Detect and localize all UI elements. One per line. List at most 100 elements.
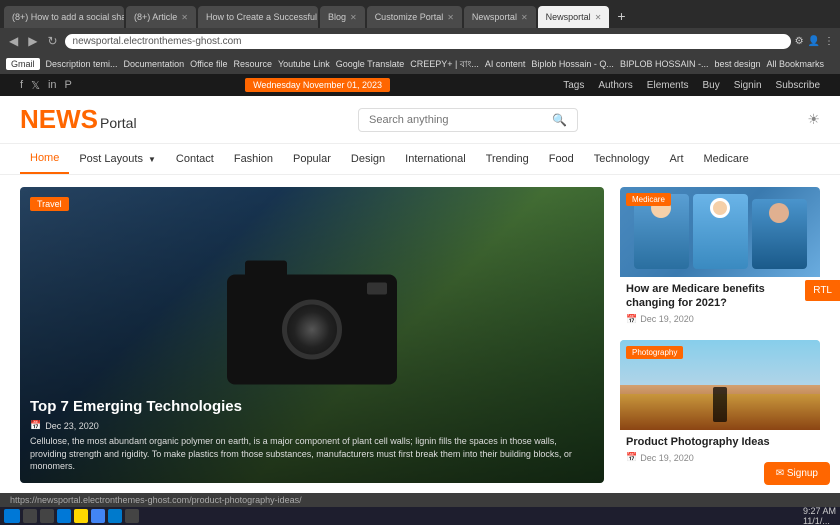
bookmark-3[interactable]: Documentation (124, 59, 185, 69)
bookmark-4[interactable]: Office file (190, 59, 227, 69)
tab-2[interactable]: (8+) Article ✕ (126, 6, 196, 28)
bookmark-7[interactable]: Google Translate (336, 59, 405, 69)
address-bar[interactable]: newsportal.electronthemes-ghost.com (65, 34, 791, 49)
file-explorer[interactable] (74, 509, 88, 523)
bookmark-gmail[interactable]: Gmail (6, 58, 40, 70)
extensions-icon[interactable]: ⚙ (795, 36, 804, 47)
start-button[interactable] (4, 509, 20, 523)
featured-article[interactable]: Travel Top 7 Emerging Technologies 📅 Dec… (20, 187, 604, 483)
medicare-card-image: Medicare (620, 187, 820, 277)
nav-medicare[interactable]: Medicare (694, 145, 759, 173)
featured-content: Top 7 Emerging Technologies 📅 Dec 23, 20… (20, 387, 604, 483)
tab-6-label: Newsportal (472, 12, 517, 22)
top-nav-signin[interactable]: Signin (734, 80, 762, 91)
site-header: NEWS Portal 🔍 ☀ (0, 96, 840, 144)
nav-home[interactable]: Home (20, 144, 69, 174)
bookmark-10[interactable]: Biplob Hossain - Q... (531, 59, 614, 69)
forward-button[interactable]: ▶ (25, 34, 40, 48)
twitter-icon[interactable]: 𝕏 (31, 79, 40, 92)
tab-bar: (8+) How to add a social shar... ✕ (8+) … (0, 0, 840, 28)
browser-chrome: (8+) How to add a social shar... ✕ (8+) … (0, 0, 840, 74)
linkedin-icon[interactable]: in (48, 79, 57, 91)
tab-4[interactable]: Blog ✕ (320, 6, 365, 28)
refresh-button[interactable]: ↻ (44, 34, 60, 48)
tab-6-close[interactable]: ✕ (521, 13, 528, 22)
site-logo[interactable]: NEWS Portal (20, 104, 137, 135)
bookmark-5[interactable]: Resource (233, 59, 272, 69)
bookmark-12[interactable]: best design (714, 59, 760, 69)
nav-post-layouts[interactable]: Post Layouts ▼ (69, 145, 166, 173)
tab-3[interactable]: How to Create a Successful M... ✕ (198, 6, 318, 28)
signup-button[interactable]: ✉ Signup (764, 462, 830, 485)
medicare-card[interactable]: Medicare How are (620, 187, 820, 330)
tab-3-label: How to Create a Successful M... (206, 12, 318, 22)
photo-category-badge: Photography (626, 346, 683, 359)
person-2-head (710, 198, 730, 218)
camera-body (227, 275, 397, 385)
nav-food[interactable]: Food (539, 145, 584, 173)
top-nav-tags[interactable]: Tags (563, 80, 584, 91)
camera-lens (282, 300, 342, 360)
pinterest-icon[interactable]: P (65, 79, 72, 91)
tab-5[interactable]: Customize Portal ✕ (367, 6, 462, 28)
nav-popular[interactable]: Popular (283, 145, 341, 173)
top-nav-authors[interactable]: Authors (598, 80, 632, 91)
medicare-card-title: How are Medicare benefits changing for 2… (626, 282, 814, 311)
nav-contact[interactable]: Contact (166, 145, 224, 173)
tab-5-close[interactable]: ✕ (447, 13, 454, 22)
theme-toggle-button[interactable]: ☀ (807, 111, 820, 128)
featured-image: Travel Top 7 Emerging Technologies 📅 Dec… (20, 187, 604, 483)
nav-design[interactable]: Design (341, 145, 395, 173)
top-nav-subscribe[interactable]: Subscribe (776, 80, 820, 91)
featured-excerpt: Cellulose, the most abundant organic pol… (30, 435, 594, 473)
nav-fashion[interactable]: Fashion (224, 145, 283, 173)
menu-icon[interactable]: ⋮ (824, 36, 834, 47)
bookmark-2[interactable]: Description temi... (46, 59, 118, 69)
taskbar-icons (4, 509, 139, 523)
tab-2-close[interactable]: ✕ (181, 13, 188, 22)
settings-taskbar[interactable] (125, 509, 139, 523)
logo-portal-text: Portal (100, 115, 137, 131)
bookmark-all[interactable]: All Bookmarks (767, 59, 825, 69)
camera-top (245, 261, 287, 277)
tab-7[interactable]: Newsportal ✕ (538, 6, 610, 28)
vscode-taskbar[interactable] (108, 509, 122, 523)
bookmark-6[interactable]: Youtube Link (278, 59, 330, 69)
featured-title: Top 7 Emerging Technologies (30, 397, 594, 417)
facebook-icon[interactable]: f (20, 79, 23, 91)
bookmarks-bar: Gmail Description temi... Documentation … (0, 54, 840, 74)
search-icon[interactable]: 🔍 (552, 113, 567, 127)
chrome-taskbar[interactable] (91, 509, 105, 523)
search-bar[interactable]: 🔍 (358, 108, 578, 132)
tab-4-label: Blog (328, 12, 346, 22)
search-input[interactable] (369, 114, 546, 126)
bookmark-8[interactable]: CREEPY+ | বাং... (410, 57, 479, 72)
tab-7-label: Newsportal (546, 12, 591, 22)
tab-6[interactable]: Newsportal ✕ (464, 6, 536, 28)
tab-2-label: (8+) Article (134, 12, 177, 22)
tab-7-close[interactable]: ✕ (595, 13, 602, 22)
task-view[interactable] (40, 509, 54, 523)
content-area: Travel Top 7 Emerging Technologies 📅 Dec… (0, 175, 840, 495)
new-tab-button[interactable]: + (611, 8, 631, 24)
browser-taskbar[interactable] (57, 509, 71, 523)
website: f 𝕏 in P Wednesday November 01, 2023 Tag… (0, 74, 840, 495)
nav-technology[interactable]: Technology (584, 145, 660, 173)
bookmark-11[interactable]: BIPLOB HOSSAIN -... (620, 59, 709, 69)
top-nav-buy[interactable]: Buy (702, 80, 719, 91)
top-nav-elements[interactable]: Elements (647, 80, 689, 91)
search-taskbar[interactable] (23, 509, 37, 523)
tab-5-label: Customize Portal (375, 12, 444, 22)
tab-4-close[interactable]: ✕ (350, 13, 357, 22)
nav-international[interactable]: International (395, 145, 476, 173)
tab-1[interactable]: (8+) How to add a social shar... ✕ (4, 6, 124, 28)
post-layouts-dropdown-arrow: ▼ (148, 155, 156, 164)
site-topbar: f 𝕏 in P Wednesday November 01, 2023 Tag… (0, 74, 840, 96)
nav-trending[interactable]: Trending (476, 145, 539, 173)
medicare-category-badge: Medicare (626, 193, 671, 206)
back-button[interactable]: ◀ (6, 34, 21, 48)
bookmark-9[interactable]: AI content (485, 59, 526, 69)
profile-icon[interactable]: 👤 (808, 36, 820, 47)
nav-art[interactable]: Art (659, 145, 693, 173)
rtl-button[interactable]: RTL (805, 280, 840, 301)
